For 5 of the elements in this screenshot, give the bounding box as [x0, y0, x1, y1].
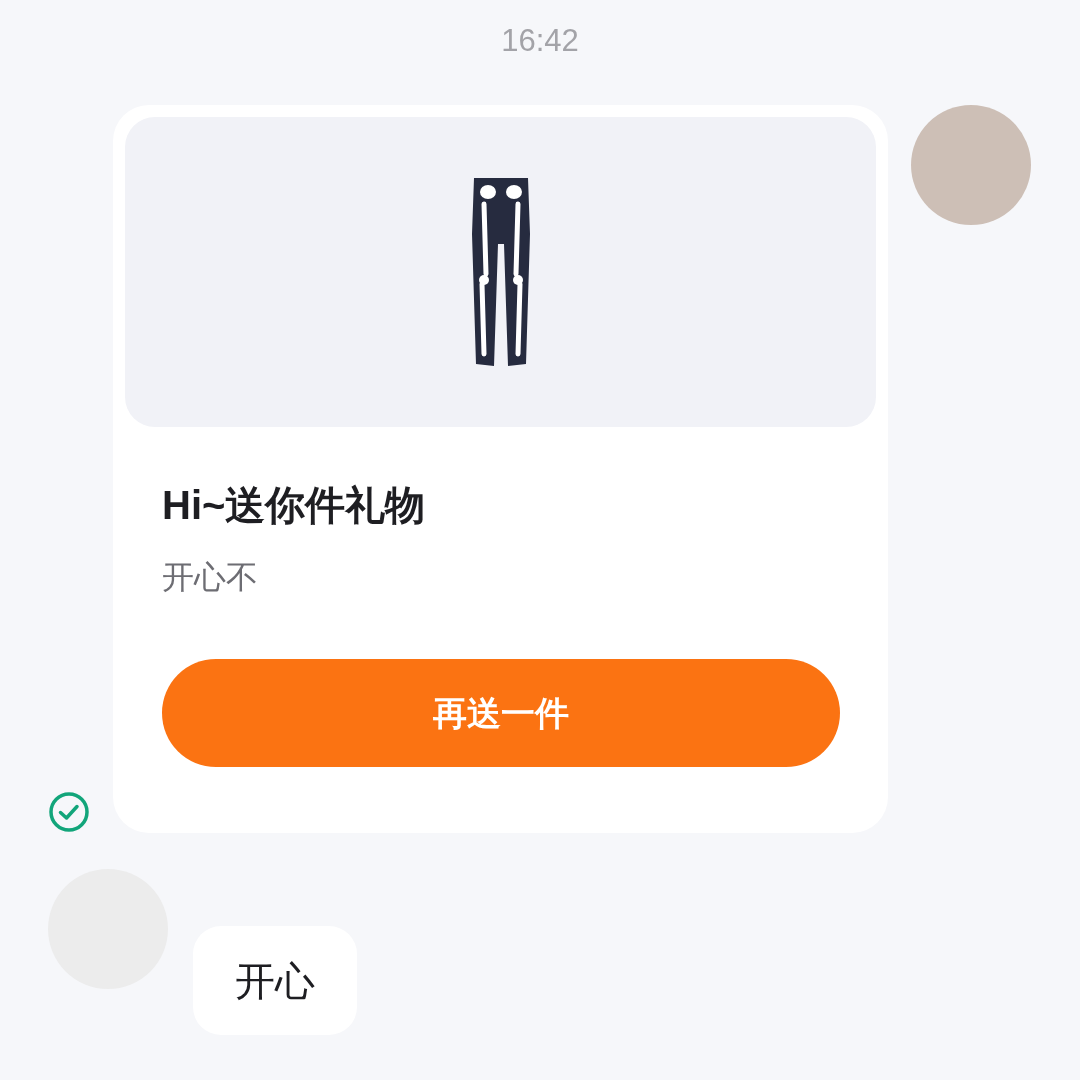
send-again-button[interactable]: 再送一件: [162, 659, 840, 767]
message-bubble: 开心: [193, 926, 357, 1035]
gift-subtitle: 开心不: [162, 558, 258, 597]
gift-title: Hi~送你件礼物: [162, 482, 427, 529]
timestamp: 16:42: [501, 22, 579, 60]
